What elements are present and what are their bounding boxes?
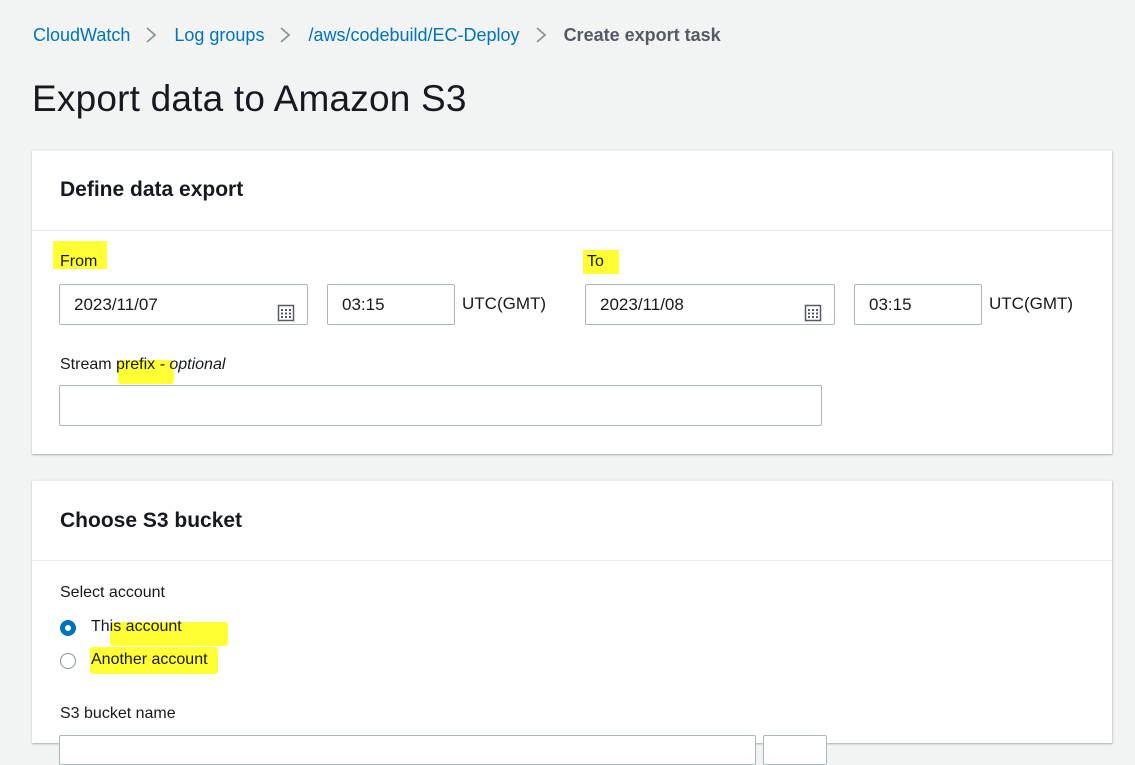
stream-prefix-input[interactable]: [59, 385, 822, 426]
from-date-input[interactable]: 2023/11/07: [59, 284, 308, 325]
this-account-label-pre: Th: [91, 618, 110, 635]
another-account-label-post: nt: [194, 651, 208, 668]
from-date-value: 2023/11/07: [74, 295, 158, 314]
choose-bucket-header: Choose S3 bucket: [32, 481, 1112, 561]
to-date-value: 2023/11/08: [600, 295, 684, 314]
s3-bucket-name-input[interactable]: [59, 735, 756, 765]
another-account-label-hl: Another accou: [91, 651, 195, 668]
chevron-right-icon: [272, 24, 300, 46]
choose-bucket-title: Choose S3 bucket: [60, 509, 243, 532]
another-account-label[interactable]: Another account: [91, 651, 208, 669]
define-export-title: Define data export: [60, 178, 244, 201]
stream-prefix-optional: - optional: [155, 356, 226, 373]
s3-bucket-name-label: S3 bucket name: [60, 705, 176, 722]
breadcrumb-log-group[interactable]: /aws/codebuild/EC-Deploy: [308, 25, 519, 46]
stream-prefix-label-highlight: prefix: [116, 356, 156, 373]
chevron-right-icon: [138, 24, 166, 46]
define-export-header: Define data export: [32, 151, 1112, 231]
to-time-input[interactable]: 03:15: [854, 284, 982, 325]
calendar-icon[interactable]: [277, 297, 295, 336]
to-date-input[interactable]: 2023/11/08: [585, 284, 835, 325]
from-time-input[interactable]: 03:15: [327, 284, 455, 325]
breadcrumb-current: Create export task: [563, 24, 721, 45]
this-account-label-hl: is account: [109, 618, 182, 635]
to-time-value: 03:15: [869, 295, 912, 314]
calendar-icon[interactable]: [804, 297, 822, 336]
choose-bucket-card: Choose S3 bucket: [32, 480, 1112, 743]
this-account-radio[interactable]: [60, 620, 76, 636]
from-timezone: UTC(GMT): [462, 294, 547, 313]
from-label: From: [60, 253, 98, 270]
from-time-value: 03:15: [342, 295, 385, 314]
select-account-label: Select account: [60, 584, 165, 601]
breadcrumb: CloudWatch Log groups /aws/codebuild/EC-…: [33, 24, 721, 46]
chevron-right-icon: [528, 24, 556, 46]
stream-prefix-label-text: Stream: [60, 356, 117, 373]
breadcrumb-log-groups[interactable]: Log groups: [174, 25, 264, 46]
breadcrumb-cloudwatch[interactable]: CloudWatch: [33, 25, 130, 46]
browse-s3-button[interactable]: [763, 735, 827, 765]
stream-prefix-label: Stream prefix - optional: [60, 356, 225, 374]
this-account-label[interactable]: This account: [91, 618, 182, 636]
page-title: Export data to Amazon S3: [32, 78, 467, 119]
to-timezone: UTC(GMT): [989, 294, 1074, 313]
another-account-radio[interactable]: [60, 653, 76, 669]
to-label: To: [587, 253, 604, 270]
